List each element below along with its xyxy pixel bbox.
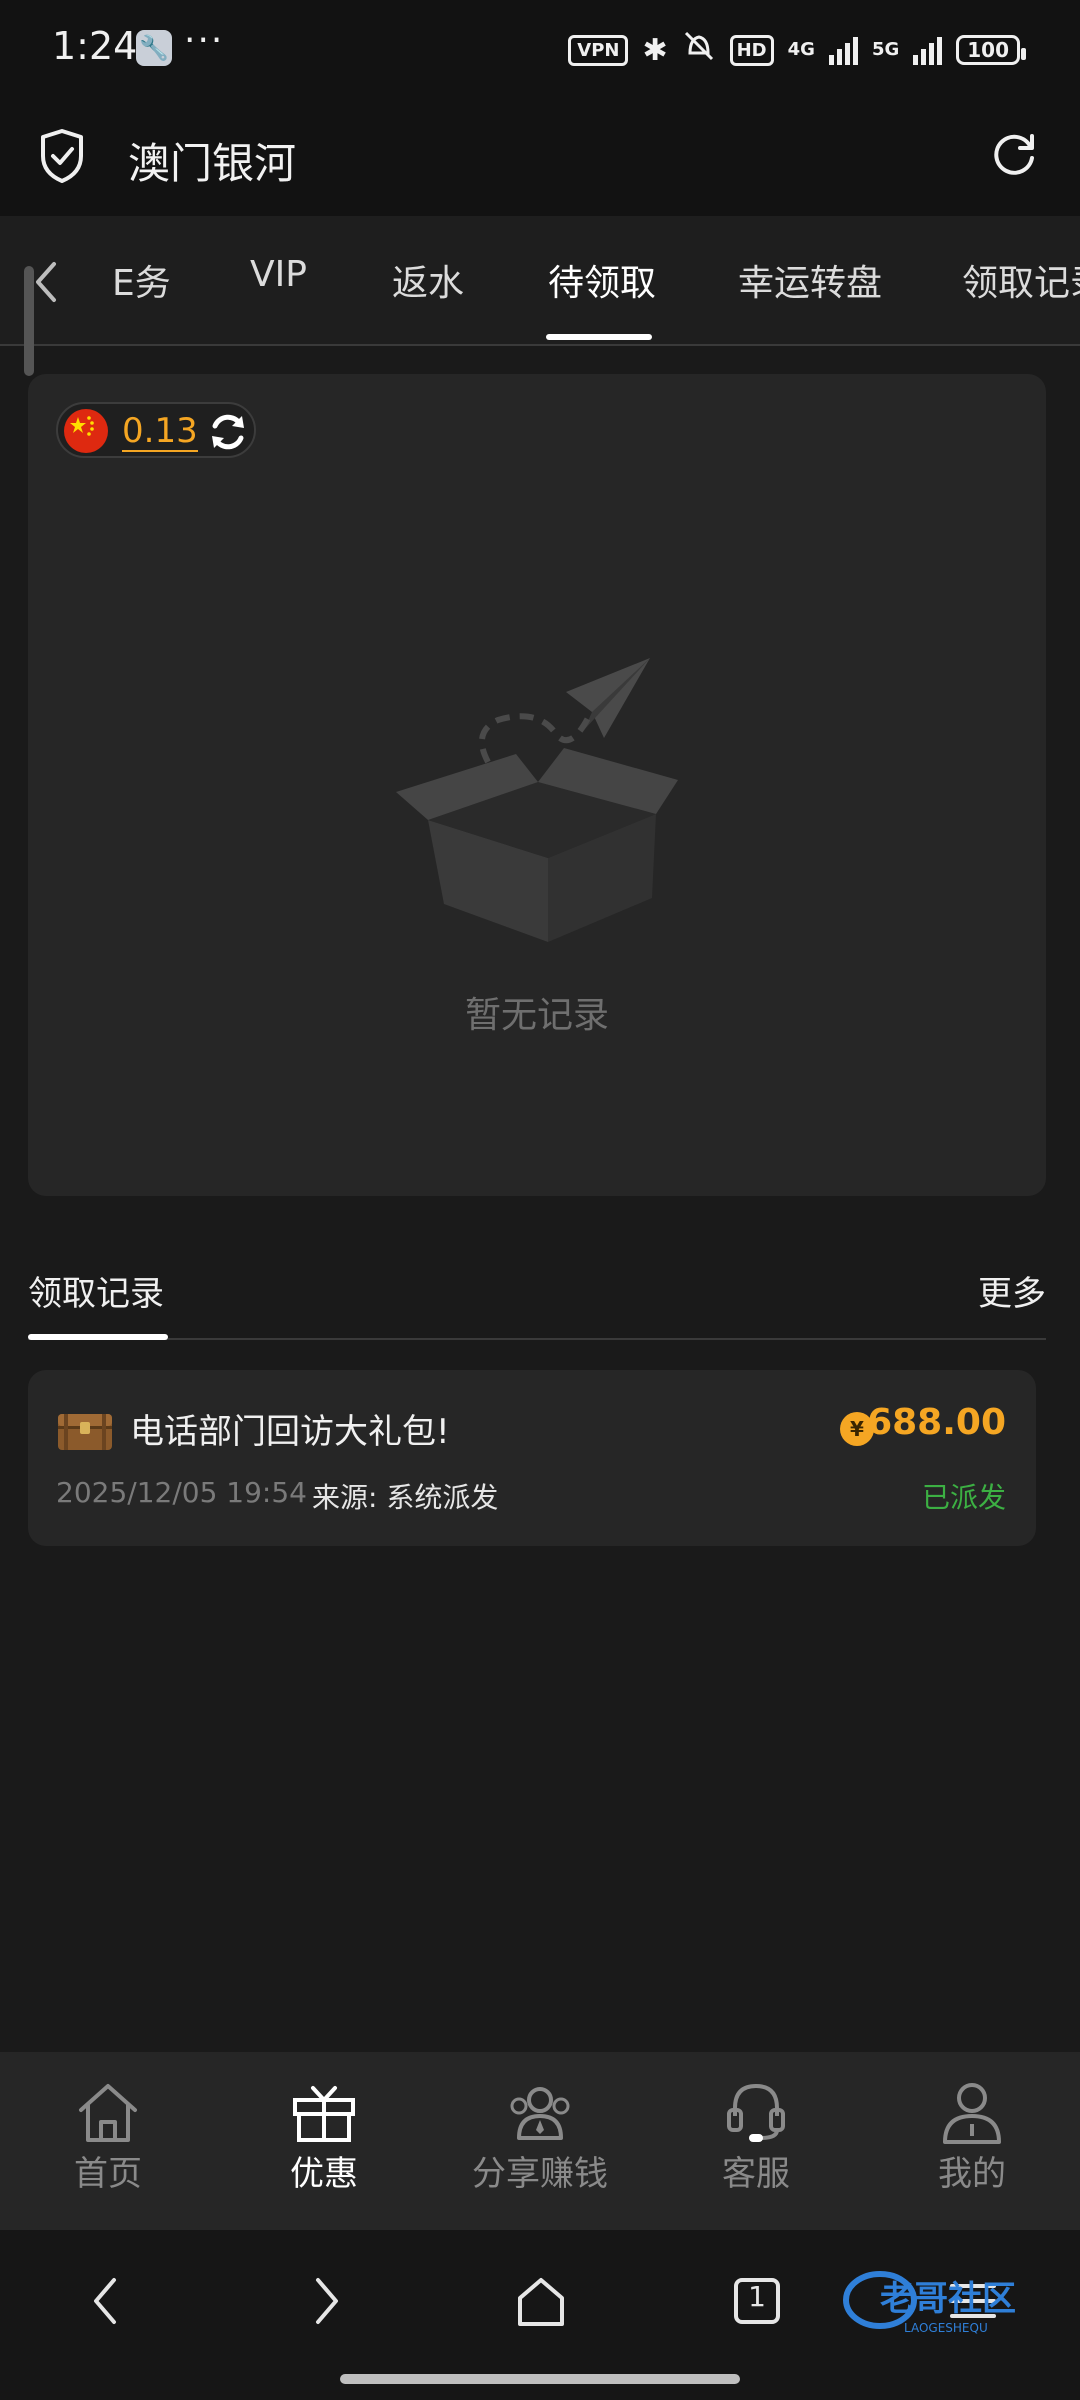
home-icon [79, 2084, 137, 2142]
wrench-icon: 🔧 [136, 30, 172, 66]
more-link[interactable]: 更多 [978, 1266, 1046, 1315]
bluetooth-icon: ✱ [642, 32, 668, 68]
record-date: 2025/12/05 19:54 [56, 1476, 307, 1509]
divider [28, 1338, 1046, 1340]
signal-icon-2 [913, 35, 943, 65]
watermark-subtext: LAOGESHEQU [904, 2321, 988, 2335]
app-header: 澳门银河 [0, 100, 1080, 216]
tab-tasks[interactable]: E务 [112, 254, 171, 306]
record-name: 电话部门回访大礼包! [130, 1412, 450, 1452]
watermark-text: 老哥社区 [880, 2279, 1016, 2319]
flag-icon [64, 409, 108, 453]
vpn-icon: VPN [568, 34, 629, 66]
record-amount: 688.00 [867, 1402, 1006, 1443]
records-tab-indicator [28, 1334, 168, 1340]
nav-profile[interactable]: 我的 [864, 2080, 1080, 2195]
network-5g-label: 5G [871, 39, 900, 60]
share-icon [510, 2087, 570, 2140]
hd-voice-icon: HD [729, 34, 774, 66]
headset-icon [727, 2083, 785, 2142]
bell-muted-icon [682, 29, 716, 71]
system-navigation: 1 老哥社区 LAOGESHEQU [0, 2230, 1080, 2400]
home-button-icon[interactable] [506, 2266, 576, 2336]
nav-label: 优惠 [290, 2154, 358, 2194]
signal-icon [828, 35, 858, 65]
scrollbar[interactable] [24, 266, 34, 376]
nav-share-earn[interactable]: 分享赚钱 [432, 2080, 648, 2195]
empty-box-icon [396, 658, 678, 942]
nav-label: 我的 [938, 2154, 1006, 2194]
battery-icon: 100 [956, 35, 1026, 65]
category-tabs: E务 VIP 返水 待领取 幸运转盘 领取记录 [0, 216, 1080, 346]
status-bar: 1:24 🔧 ··· VPN ✱ HD 4G 5G 100 [0, 0, 1080, 100]
more-notifications-icon: ··· [184, 20, 225, 61]
status-badge: 已派发 [921, 1481, 1006, 1514]
nav-customer-service[interactable]: 客服 [648, 2080, 864, 2195]
tab-claim-records[interactable]: 领取记录 [962, 254, 1080, 306]
bottom-navigation: 首页 优惠 分享赚钱 客服 我的 [0, 2052, 1080, 2230]
gift-icon [293, 2086, 355, 2142]
tabs-button[interactable]: 1 [722, 2266, 792, 2336]
shield-icon[interactable] [38, 128, 86, 184]
tab-vip[interactable]: VIP [250, 254, 307, 295]
tab-pending[interactable]: 待领取 [548, 254, 656, 306]
nav-promotions[interactable]: 优惠 [216, 2080, 432, 2195]
balance-badge: 0.13 [56, 402, 256, 458]
user-icon [943, 2083, 1001, 2144]
back-icon[interactable] [72, 2266, 142, 2336]
pending-rewards-panel: 0.13 暂无记录 [28, 374, 1046, 1196]
balance-value: 0.13 [122, 411, 198, 452]
nav-label: 分享赚钱 [472, 2154, 608, 2194]
tab-lucky-wheel[interactable]: 幸运转盘 [738, 254, 882, 306]
nav-label: 首页 [74, 2154, 142, 2194]
forward-icon[interactable] [290, 2266, 360, 2336]
home-indicator[interactable] [340, 2374, 740, 2384]
record-source: 来源: 系统派发 [312, 1481, 499, 1514]
tab-rebate[interactable]: 返水 [392, 254, 464, 306]
tab-count: 1 [748, 2280, 766, 2313]
nav-label: 客服 [722, 2154, 790, 2194]
empty-state-text: 暂无记录 [464, 995, 609, 1036]
page-title: 澳门银河 [128, 139, 297, 188]
refresh-icon[interactable] [986, 128, 1042, 184]
record-item[interactable]: 电话部门回访大礼包! ¥ 688.00 2025/12/05 19:54 来源:… [28, 1370, 1036, 1546]
active-tab-indicator [546, 334, 652, 340]
nav-home[interactable]: 首页 [0, 2080, 216, 2195]
sync-icon[interactable] [206, 410, 250, 454]
chest-icon [58, 1414, 112, 1450]
watermark-logo: 老哥社区 LAOGESHEQU [843, 2271, 1016, 2335]
status-time: 1:24 [52, 24, 138, 68]
records-section-title[interactable]: 领取记录 [28, 1266, 164, 1315]
network-4g-label: 4G [787, 39, 815, 60]
